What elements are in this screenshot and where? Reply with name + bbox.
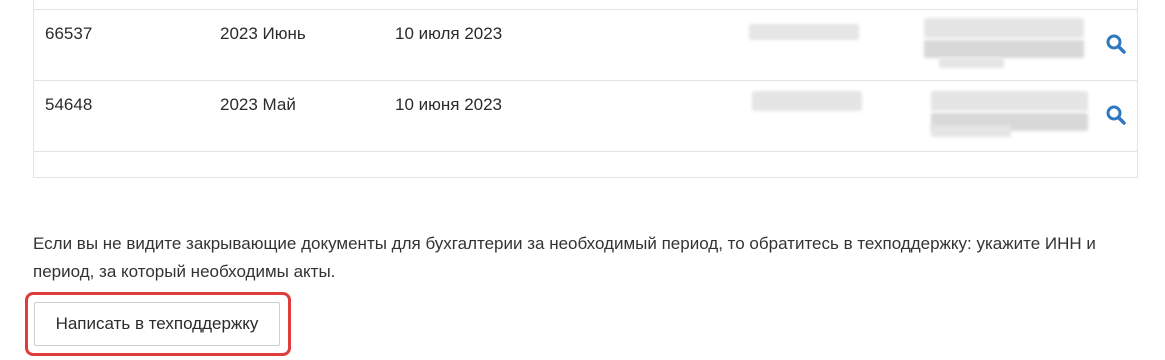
- document-period: 2023 Июнь: [220, 24, 306, 43]
- table-row: 66537 2023 Июнь 10 июля 2023: [34, 9, 1137, 80]
- redacted-details: [931, 91, 1088, 111]
- documents-table: 66537 2023 Июнь 10 июля 2023 54648 2023 …: [33, 0, 1138, 178]
- redacted-details-line3: [931, 125, 1011, 137]
- search-icon[interactable]: [1105, 104, 1127, 126]
- document-number: 66537: [45, 24, 93, 43]
- document-number: 54648: [45, 95, 93, 114]
- document-period: 2023 Май: [220, 95, 296, 114]
- redacted-details-line3: [939, 58, 1004, 68]
- redacted-amount: [749, 24, 859, 40]
- document-date: 10 июня 2023: [395, 95, 503, 114]
- redacted-details-line2: [924, 40, 1084, 58]
- document-date: 10 июля 2023: [395, 24, 503, 43]
- table-row: 54648 2023 Май 10 июня 2023: [34, 80, 1137, 151]
- redacted-amount: [752, 91, 862, 111]
- search-icon[interactable]: [1105, 33, 1127, 55]
- redacted-details: [924, 18, 1084, 38]
- support-note: Если вы не видите закрывающие документы …: [33, 234, 1096, 281]
- table-row-empty: [34, 151, 1137, 178]
- contact-support-button[interactable]: Написать в техподдержку: [34, 302, 280, 346]
